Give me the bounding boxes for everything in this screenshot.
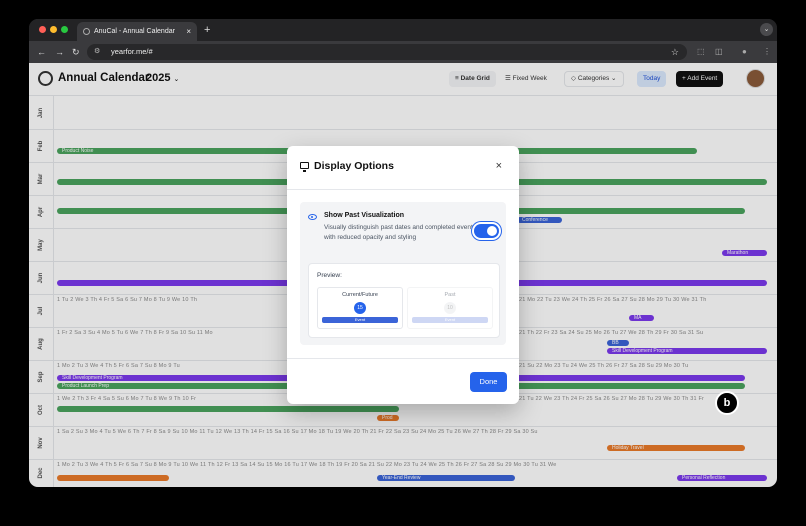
modal-footer: Done: [287, 358, 519, 405]
bookmark-star-icon[interactable]: ☆: [671, 44, 679, 60]
close-icon[interactable]: ×: [496, 160, 502, 173]
brand-logo-icon[interactable]: b: [715, 391, 739, 415]
address-bar[interactable]: ⚙ yearfor.me/# ☆: [87, 44, 687, 60]
browser-tab[interactable]: AnuCal - Annual Calendar ×: [77, 22, 197, 41]
url-text: yearfor.me/#: [111, 47, 153, 56]
browser-window: AnuCal - Annual Calendar × + ⌄ ← → ↻ ⚙ y…: [29, 19, 777, 487]
close-window-button[interactable]: [39, 26, 46, 33]
address-toolbar: ← → ↻ ⚙ yearfor.me/# ☆ ⬚ ◫ ● ⋮: [29, 41, 777, 63]
eye-icon: [308, 214, 317, 220]
zoom-window-button[interactable]: [61, 26, 68, 33]
display-options-modal: Display Options × Show Past Visualizatio…: [287, 146, 519, 404]
favicon-icon: [83, 28, 90, 35]
tab-bar: AnuCal - Annual Calendar × + ⌄: [29, 19, 777, 41]
minimize-window-button[interactable]: [50, 26, 57, 33]
modal-header: Display Options ×: [287, 146, 519, 190]
current-day: 15: [354, 302, 366, 314]
extension-icon[interactable]: ⬚: [697, 46, 705, 58]
done-button[interactable]: Done: [470, 372, 507, 392]
past-label: Past: [444, 292, 456, 298]
puzzle-icon[interactable]: ◫: [715, 46, 723, 58]
back-button[interactable]: ←: [37, 46, 46, 58]
preview-panel: Preview: Current/Future 15 Event Past 10…: [308, 263, 500, 338]
preview-current-card: Current/Future 15 Event: [317, 287, 403, 329]
preview-label: Preview:: [317, 272, 342, 279]
new-tab-button[interactable]: +: [204, 22, 210, 39]
past-event: Event: [412, 317, 488, 323]
site-settings-icon[interactable]: ⚙: [94, 44, 100, 60]
forward-button[interactable]: →: [55, 46, 64, 58]
app-root: Annual Calendar 2025 ⌄ ≡ Date Grid ☰ Fix…: [29, 63, 777, 487]
reload-button[interactable]: ↻: [72, 46, 80, 58]
option-title: Show Past Visualization: [324, 212, 405, 219]
profile-icon[interactable]: ●: [742, 46, 747, 58]
tab-menu-button[interactable]: ⌄: [760, 23, 773, 36]
modal-title: Display Options: [314, 160, 394, 172]
current-event: Event: [322, 317, 398, 323]
past-visualization-option: Show Past Visualization Visually disting…: [300, 202, 506, 345]
past-day: 10: [444, 302, 456, 314]
tab-title: AnuCal - Annual Calendar: [94, 28, 175, 35]
option-description: Visually distinguish past dates and comp…: [324, 224, 477, 241]
browser-menu-icon[interactable]: ⋮: [763, 46, 771, 58]
tab-close-icon[interactable]: ×: [186, 22, 191, 41]
show-past-toggle[interactable]: [474, 224, 499, 238]
toggle-knob: [487, 226, 497, 236]
preview-past-card: Past 10 Event: [407, 287, 493, 329]
monitor-icon: [300, 162, 309, 172]
current-future-label: Current/Future: [342, 292, 378, 298]
